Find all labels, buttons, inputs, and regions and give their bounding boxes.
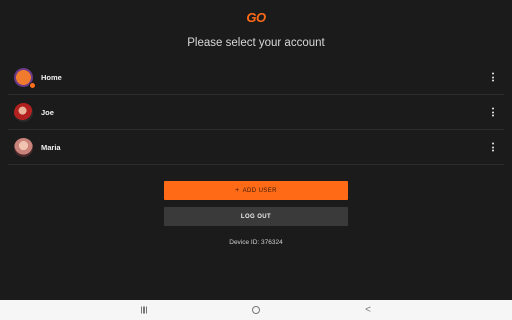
account-row-home[interactable]: Home	[8, 60, 504, 95]
logo-text: GO	[246, 10, 266, 25]
more-options-icon[interactable]	[490, 72, 496, 82]
app-logo: GO	[0, 10, 512, 25]
device-id: Device ID: 376324	[229, 239, 283, 246]
profile-badge-icon	[29, 81, 36, 89]
system-navigation-bar: <	[0, 300, 512, 320]
page-title: Please select your account	[187, 37, 325, 49]
avatar	[14, 102, 33, 122]
account-name: Joe	[41, 107, 54, 117]
plus-icon: +	[235, 187, 240, 194]
more-options-icon[interactable]	[490, 142, 496, 152]
recents-icon[interactable]	[140, 306, 148, 314]
add-user-label: ADD USER	[242, 187, 277, 194]
account-row-joe[interactable]: Joe	[8, 95, 504, 130]
avatar	[14, 137, 33, 157]
home-circle-icon[interactable]	[252, 306, 260, 314]
account-row-maria[interactable]: Maria	[8, 130, 504, 165]
account-list: Home Joe Maria	[8, 60, 504, 165]
log-out-button[interactable]: LOG OUT	[164, 207, 348, 226]
more-options-icon[interactable]	[490, 107, 496, 117]
account-name: Maria	[41, 142, 61, 152]
back-chevron-icon[interactable]: <	[365, 305, 371, 316]
account-name: Home	[41, 72, 62, 82]
avatar	[14, 67, 36, 89]
log-out-label: LOG OUT	[240, 213, 272, 220]
add-user-button[interactable]: + ADD USER	[164, 181, 348, 200]
